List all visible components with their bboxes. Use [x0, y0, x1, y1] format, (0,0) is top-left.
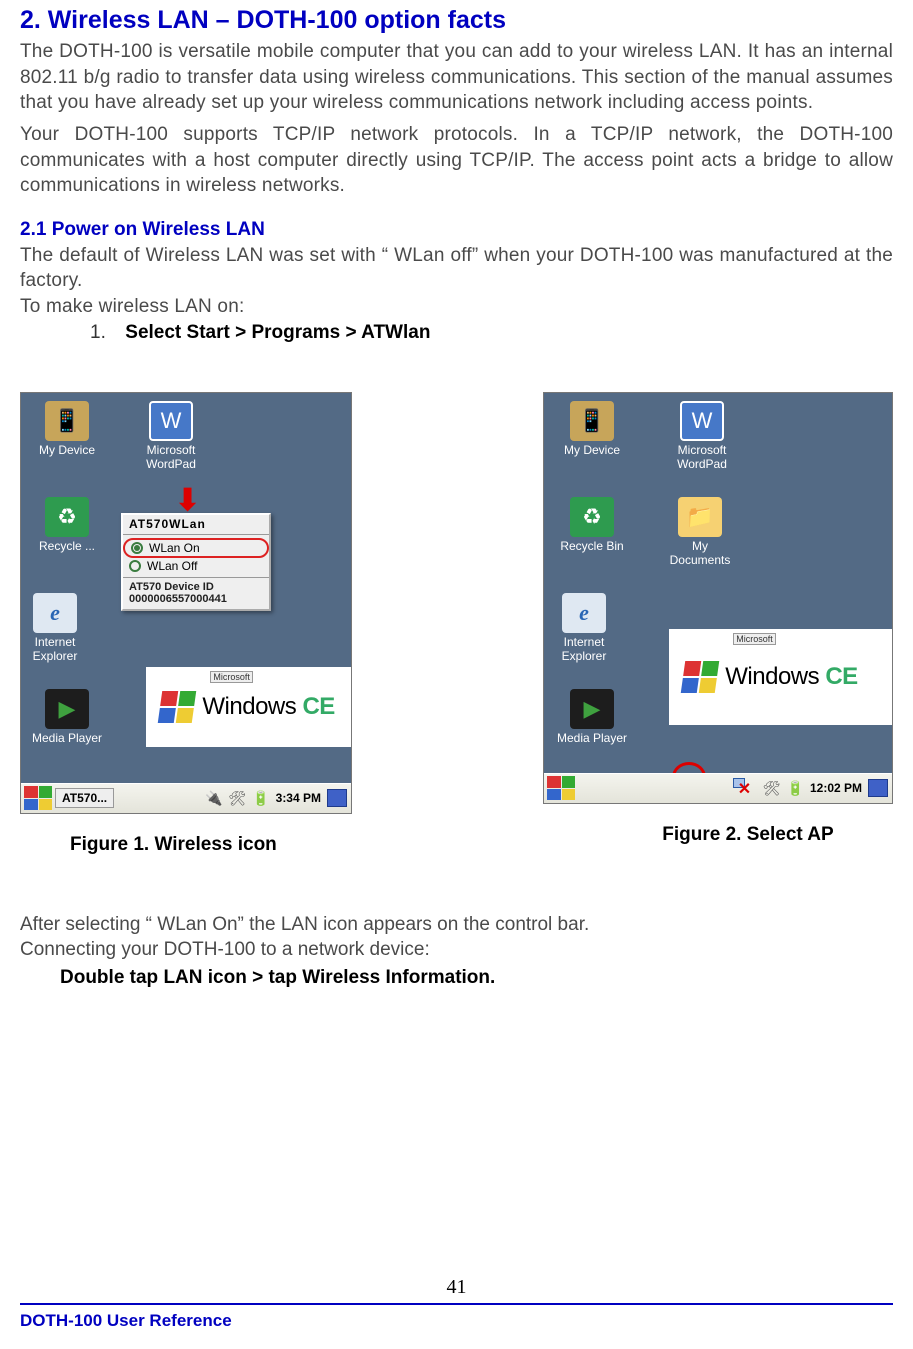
paragraph-after-1: After selecting “ WLan On” the LAN icon …: [20, 912, 893, 938]
menu-option-label: WLan Off: [147, 559, 197, 573]
desktop-icon-label: Internet Explorer: [544, 635, 624, 663]
desktop-icon-label: Recycle Bin: [552, 539, 632, 553]
documents-icon: 📁: [678, 497, 722, 537]
desktop-icon-label: My Device: [27, 443, 107, 457]
taskbar-clock: 12:02 PM: [810, 781, 862, 795]
desktop-icon-ie[interactable]: e Internet Explorer: [15, 593, 95, 663]
recycle-icon: ♻: [45, 497, 89, 537]
taskbar-sip-button[interactable]: [327, 789, 347, 807]
figure-2-column: 📱 My Device W Microsoft WordPad ♻ Recycl…: [543, 392, 893, 856]
tray-lan-icon[interactable]: ✕: [733, 778, 757, 798]
figure-2-screenshot: 📱 My Device W Microsoft WordPad ♻ Recycl…: [543, 392, 893, 804]
menu-option-wlan-on[interactable]: WLan On: [123, 538, 269, 558]
menu-title: AT570WLan: [123, 515, 269, 531]
taskbar[interactable]: ✕ 🛠 🔋 12:02 PM: [544, 773, 892, 803]
after-figures-text: After selecting “ WLan On” the LAN icon …: [20, 912, 893, 991]
desktop-icon-label: Microsoft WordPad: [131, 443, 211, 471]
system-tray[interactable]: ✕ 🛠 🔋 12:02 PM: [733, 778, 892, 798]
ordered-list: 1. Select Start > Programs > ATWlan: [20, 322, 893, 344]
desktop-icon-media[interactable]: Media Player: [552, 689, 632, 745]
ie-icon: e: [33, 593, 77, 633]
tray-volume-icon[interactable]: 🛠: [228, 790, 246, 807]
paragraph-after-2: Connecting your DOTH-100 to a network de…: [20, 937, 893, 963]
windows-ce-logo: Microsoft Windows CE: [146, 667, 351, 747]
tray-battery-icon[interactable]: 🔋: [252, 790, 269, 807]
figures-row: 📱 My Device W Microsoft WordPad ♻ Recycl…: [20, 392, 893, 856]
figure-1-caption: Figure 1. Wireless icon: [20, 834, 277, 856]
footer-reference: DOTH-100 User Reference: [20, 1311, 893, 1331]
media-player-icon: [45, 689, 89, 729]
start-button[interactable]: [24, 786, 52, 810]
tray-settings-icon[interactable]: 🛠: [763, 780, 781, 797]
recycle-icon: ♻: [570, 497, 614, 537]
section-title: 2. Wireless LAN – DOTH-100 option facts: [20, 6, 893, 35]
desktop-icon-label: Media Player: [552, 731, 632, 745]
desktop-icon-label: Recycle ...: [27, 539, 107, 553]
microsoft-label: Microsoft: [733, 633, 776, 645]
desktop-icon-label: Microsoft WordPad: [662, 443, 742, 471]
system-tray[interactable]: 🔌 🛠 🔋 3:34 PM: [205, 789, 351, 807]
desktop-icon-label: Internet Explorer: [15, 635, 95, 663]
desktop-icon-label: Media Player: [27, 731, 107, 745]
tray-battery-icon[interactable]: 🔋: [787, 780, 804, 797]
list-step-text: Select Start > Programs > ATWlan: [125, 322, 430, 343]
desktop-icon-label: My Device: [552, 443, 632, 457]
windows-ce-logo: Microsoft Windows CE: [669, 629, 892, 725]
media-player-icon: [570, 689, 614, 729]
taskbar-task-button[interactable]: AT570...: [55, 788, 114, 808]
tray-network-icon[interactable]: 🔌: [205, 790, 222, 807]
windows-flag-icon: [158, 691, 196, 723]
figure-1-column: 📱 My Device W Microsoft WordPad ♻ Recycl…: [20, 392, 352, 856]
desktop-icon-label: My Documents: [660, 539, 740, 567]
atwlan-menu[interactable]: AT570WLan WLan On WLan Off AT570 Device …: [121, 513, 271, 611]
ie-icon: e: [562, 593, 606, 633]
wordpad-icon: W: [680, 401, 724, 441]
device-icon: 📱: [570, 401, 614, 441]
desktop-icon-recycle[interactable]: ♻ Recycle ...: [27, 497, 107, 553]
radio-off-icon: [129, 560, 141, 572]
menu-option-wlan-off[interactable]: WLan Off: [123, 558, 269, 574]
menu-option-label: WLan On: [149, 541, 200, 555]
windows-flag-icon: [681, 661, 719, 693]
paragraph-after-bold: Double tap LAN icon > tap Wireless Infor…: [20, 965, 893, 991]
desktop-icon-my-device[interactable]: 📱 My Device: [27, 401, 107, 457]
paragraph-default: The default of Wireless LAN was set with…: [20, 243, 893, 294]
paragraph-intro-1: The DOTH-100 is versatile mobile compute…: [20, 39, 893, 116]
start-button[interactable]: [547, 776, 575, 800]
page-footer: 41 DOTH-100 User Reference: [20, 1276, 893, 1331]
desktop-icon-wordpad[interactable]: W Microsoft WordPad: [131, 401, 211, 471]
desktop-icon-my-device[interactable]: 📱 My Device: [552, 401, 632, 457]
desktop-icon-media[interactable]: Media Player: [27, 689, 107, 745]
paragraph-instruction: To make wireless LAN on:: [20, 294, 893, 320]
wordpad-icon: W: [149, 401, 193, 441]
figure-1-screenshot: 📱 My Device W Microsoft WordPad ♻ Recycl…: [20, 392, 352, 814]
menu-device-id: AT570 Device ID 0000006557000441: [123, 581, 269, 609]
figure-2-caption: Figure 2. Select AP: [602, 824, 833, 846]
desktop-icon-ie[interactable]: e Internet Explorer: [544, 593, 624, 663]
subsection-title: 2.1 Power on Wireless LAN: [20, 219, 893, 241]
microsoft-label: Microsoft: [210, 671, 253, 683]
taskbar[interactable]: AT570... 🔌 🛠 🔋 3:34 PM: [21, 783, 351, 813]
taskbar-sip-button[interactable]: [868, 779, 888, 797]
device-icon: 📱: [45, 401, 89, 441]
desktop-icon-documents[interactable]: 📁 My Documents: [660, 497, 740, 567]
taskbar-clock: 3:34 PM: [276, 791, 321, 805]
list-number: 1.: [90, 322, 120, 344]
radio-on-icon: [131, 542, 143, 554]
desktop-icon-recycle[interactable]: ♻ Recycle Bin: [552, 497, 632, 553]
paragraph-intro-2: Your DOTH-100 supports TCP/IP network pr…: [20, 122, 893, 199]
page-number: 41: [20, 1276, 893, 1299]
desktop-icon-wordpad[interactable]: W Microsoft WordPad: [662, 401, 742, 471]
